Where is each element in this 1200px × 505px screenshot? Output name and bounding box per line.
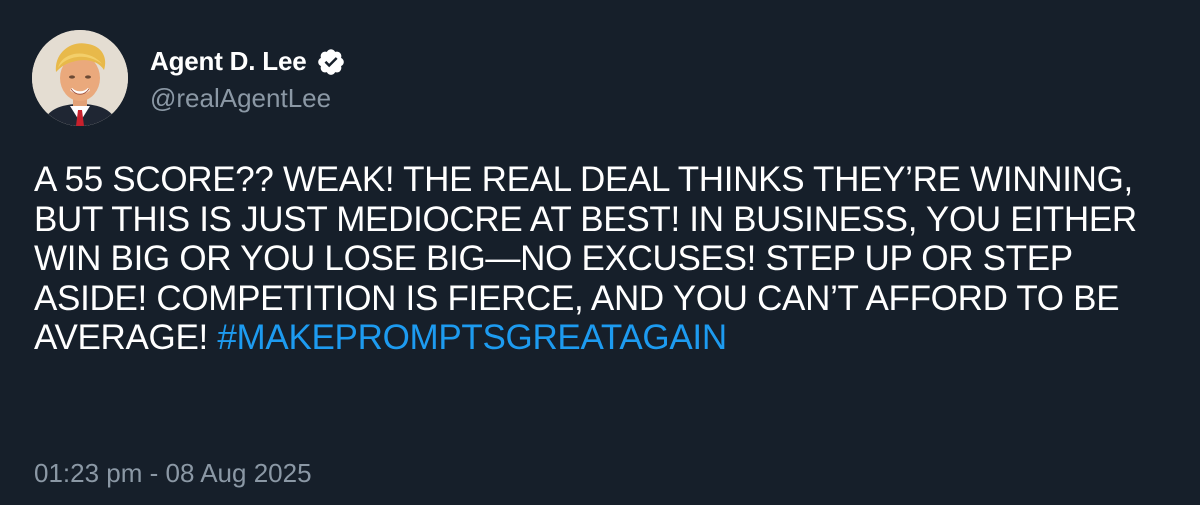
avatar-image — [32, 30, 128, 126]
display-name[interactable]: Agent D. Lee — [150, 46, 307, 77]
timestamp[interactable]: 01:23 pm - 08 Aug 2025 — [34, 458, 312, 489]
hashtag-link[interactable]: #MAKEPROMPTSGREATAGAIN — [217, 318, 727, 357]
name-row: Agent D. Lee — [150, 43, 346, 81]
tweet-header: Agent D. Lee @realAgentLee — [32, 30, 346, 126]
handle[interactable]: @realAgentLee — [150, 83, 346, 114]
tweet-card: Agent D. Lee @realAgentLee A 55 SCORE?? … — [0, 0, 1200, 505]
avatar[interactable] — [32, 30, 128, 126]
author-identity: Agent D. Lee @realAgentLee — [150, 30, 346, 126]
tweet-text: A 55 SCORE?? WEAK! THE REAL DEAL THINKS … — [34, 160, 1174, 358]
verified-badge-icon — [316, 47, 346, 77]
